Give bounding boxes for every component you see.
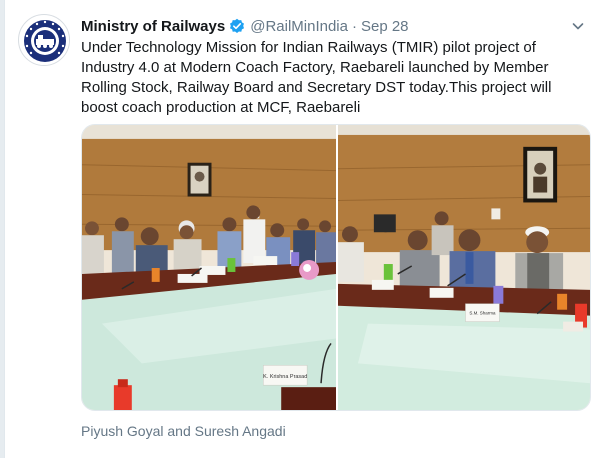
verified-badge-icon: [229, 18, 245, 34]
tweet-text: Under Technology Mission for Indian Rail…: [81, 39, 552, 116]
meeting-photo-right: S.M. Sharma: [338, 125, 590, 410]
meeting-photo-left: K. Krishna Prasad: [82, 125, 336, 410]
media-grid[interactable]: K. Krishna Prasad S.M. Sharma: [81, 124, 591, 411]
tweet-header: Ministry of Railways @RailMinIndia · Sep…: [81, 16, 587, 36]
chevron-down-icon[interactable]: [569, 17, 587, 35]
nameplate-left: K. Krishna Prasad: [263, 374, 307, 380]
tweet-card[interactable]: Ministry of Railways @RailMinIndia · Sep…: [4, 0, 599, 458]
indian-railways-logo-icon: [20, 16, 69, 65]
nameplate-right: S.M. Sharma: [469, 311, 496, 316]
photo-left[interactable]: K. Krishna Prasad: [82, 125, 336, 410]
action-bar-peek: [81, 452, 581, 458]
avatar[interactable]: [18, 14, 70, 66]
author-handle[interactable]: @RailMinIndia: [250, 18, 348, 35]
photo-right[interactable]: S.M. Sharma: [338, 125, 590, 410]
tweet-date[interactable]: Sep 28: [361, 18, 409, 35]
media-caption: Piyush Goyal and Suresh Angadi: [81, 423, 286, 439]
separator-dot: ·: [351, 17, 357, 35]
author-name[interactable]: Ministry of Railways: [81, 18, 225, 35]
